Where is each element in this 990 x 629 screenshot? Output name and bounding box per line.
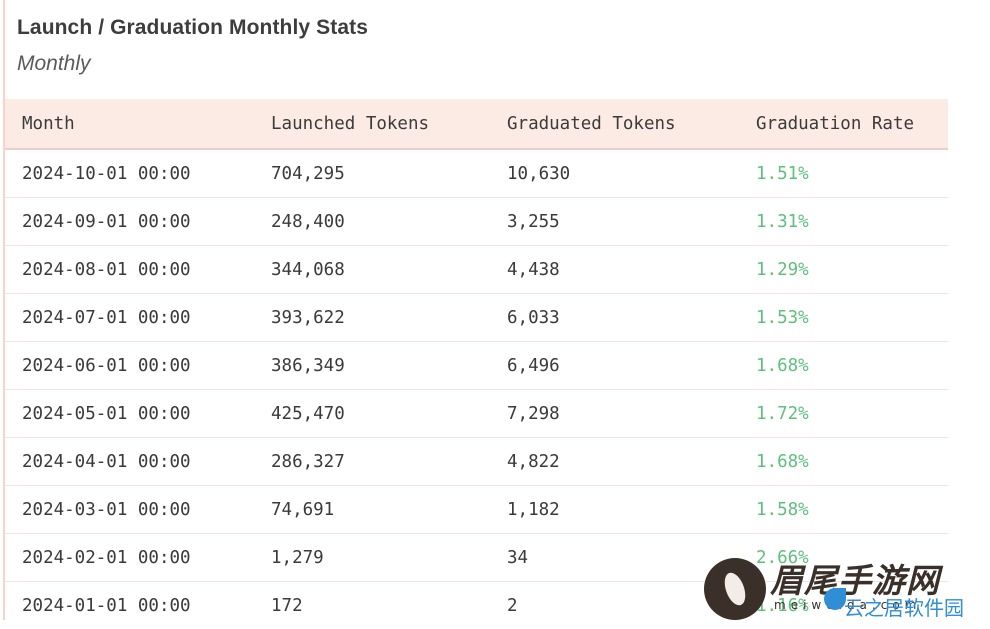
bird-logo-icon (824, 588, 846, 610)
cell-launched-tokens: 286,327 (271, 451, 345, 472)
table-row: 2024-09-01 00:00 248,400 3,255 1.31% (5, 198, 948, 246)
table-row: 2024-05-01 00:00 425,470 7,298 1.72% (5, 390, 948, 438)
cell-month: 2024-04-01 00:00 (22, 451, 191, 472)
column-header-month[interactable]: Month (5, 114, 254, 134)
cell-graduation-rate: 1.31% (756, 211, 809, 232)
cell-launched-tokens: 172 (271, 595, 303, 616)
column-header-launched-tokens[interactable]: Launched Tokens (254, 114, 490, 134)
cell-graduation-rate: 1.29% (756, 259, 809, 280)
cell-month: 2024-05-01 00:00 (22, 403, 191, 424)
cell-launched-tokens: 704,295 (271, 163, 345, 184)
cell-launched-tokens: 74,691 (271, 499, 335, 520)
cell-launched-tokens: 1,279 (271, 547, 324, 568)
cell-graduation-rate: 1.68% (756, 355, 809, 376)
leaf-logo-icon (704, 558, 766, 620)
cell-month: 2024-06-01 00:00 (22, 355, 191, 376)
cell-graduation-rate: 1.72% (756, 403, 809, 424)
watermark-secondary-site: 云之居软件园 (844, 596, 964, 620)
table-header-row: Month Launched Tokens Graduated Tokens G… (5, 99, 948, 150)
table-row: 2024-04-01 00:00 286,327 4,822 1.68% (5, 438, 948, 486)
table-row: 2024-03-01 00:00 74,691 1,182 1.58% (5, 486, 948, 534)
cell-month: 2024-08-01 00:00 (22, 259, 191, 280)
cell-launched-tokens: 393,622 (271, 307, 345, 328)
watermark: 眉尾手游网 meiweida.com 云之居软件园 (704, 556, 984, 622)
cell-graduated-tokens: 6,033 (507, 307, 560, 328)
cell-graduation-rate: 1.53% (756, 307, 809, 328)
cell-graduation-rate: 1.68% (756, 451, 809, 472)
table-row: 2024-06-01 00:00 386,349 6,496 1.68% (5, 342, 948, 390)
cell-graduated-tokens: 3,255 (507, 211, 560, 232)
cell-month: 2024-10-01 00:00 (22, 163, 191, 184)
cell-launched-tokens: 248,400 (271, 211, 345, 232)
cell-month: 2024-03-01 00:00 (22, 499, 191, 520)
cell-month: 2024-01-01 00:00 (22, 595, 191, 616)
table-row: 2024-08-01 00:00 344,068 4,438 1.29% (5, 246, 948, 294)
cell-graduation-rate: 1.51% (756, 163, 809, 184)
cell-launched-tokens: 425,470 (271, 403, 345, 424)
cell-launched-tokens: 344,068 (271, 259, 345, 280)
column-header-graduation-rate[interactable]: Graduation Rate (739, 114, 948, 134)
cell-graduated-tokens: 10,630 (507, 163, 571, 184)
cell-graduated-tokens: 1,182 (507, 499, 560, 520)
stats-table: Month Launched Tokens Graduated Tokens G… (5, 99, 948, 629)
cell-month: 2024-07-01 00:00 (22, 307, 191, 328)
panel-subtitle: Monthly (17, 52, 91, 75)
cell-graduated-tokens: 34 (507, 547, 529, 568)
table-row: 2024-07-01 00:00 393,622 6,033 1.53% (5, 294, 948, 342)
table-row: 2024-10-01 00:00 704,295 10,630 1.51% (5, 150, 948, 198)
cell-graduated-tokens: 7,298 (507, 403, 560, 424)
cell-graduated-tokens: 4,438 (507, 259, 560, 280)
cell-graduated-tokens: 4,822 (507, 451, 560, 472)
cell-month: 2024-02-01 00:00 (22, 547, 191, 568)
cell-graduated-tokens: 2 (507, 595, 518, 616)
stats-panel: Launch / Graduation Monthly Stats Monthl… (0, 0, 990, 626)
cell-graduation-rate: 1.58% (756, 499, 809, 520)
cell-launched-tokens: 386,349 (271, 355, 345, 376)
cell-graduated-tokens: 6,496 (507, 355, 560, 376)
cell-month: 2024-09-01 00:00 (22, 211, 191, 232)
panel-title: Launch / Graduation Monthly Stats (17, 16, 368, 39)
column-header-graduated-tokens[interactable]: Graduated Tokens (490, 114, 739, 134)
